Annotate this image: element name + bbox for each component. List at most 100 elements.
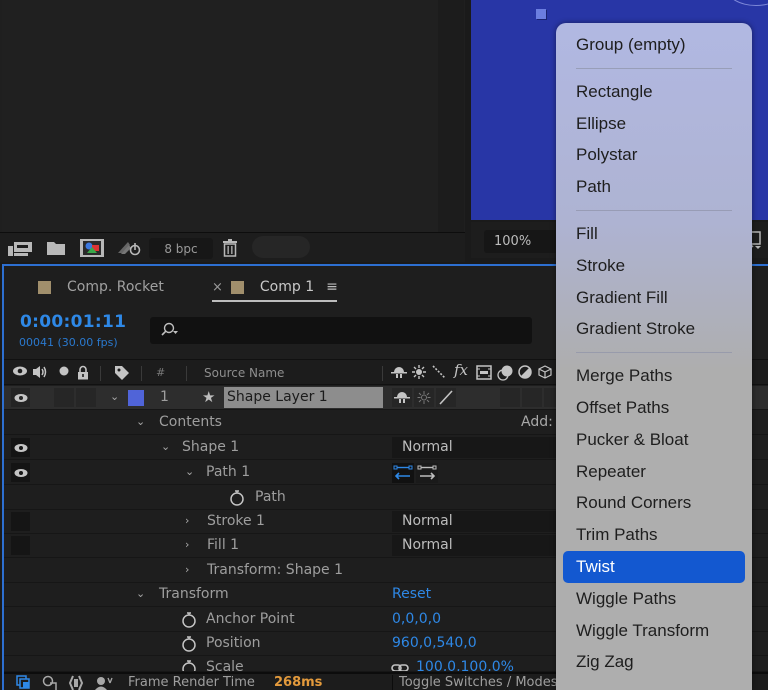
- visibility-toggle[interactable]: [11, 438, 30, 457]
- column-divider: [141, 366, 142, 381]
- reset-transform-link[interactable]: Reset: [392, 586, 431, 602]
- render-queue-icon[interactable]: [116, 237, 144, 259]
- motion-blur-icon[interactable]: [496, 365, 514, 385]
- expand-chevron-icon[interactable]: ›: [185, 563, 189, 576]
- property-label: Position: [206, 635, 261, 651]
- menu-item-gradient-stroke[interactable]: Gradient Stroke: [556, 313, 752, 345]
- stopwatch-icon[interactable]: [181, 635, 197, 652]
- panel-menu-icon[interactable]: ≡: [326, 279, 338, 295]
- menu-item-wiggle-paths[interactable]: Wiggle Paths: [556, 583, 752, 615]
- visibility-toggle[interactable]: [11, 512, 30, 531]
- new-folder-icon[interactable]: [45, 237, 67, 259]
- shy-switch[interactable]: [392, 388, 412, 407]
- flowchart-toggle[interactable]: [252, 236, 310, 258]
- new-composition-icon[interactable]: [79, 237, 105, 259]
- path-direction-reverse-icon[interactable]: [392, 463, 414, 483]
- lock-icon[interactable]: [76, 365, 90, 384]
- property-label: Contents: [159, 414, 222, 430]
- shy-icon[interactable]: [390, 365, 408, 383]
- expand-chevron-icon[interactable]: ⌄: [110, 390, 119, 403]
- add-menu-button[interactable]: Add:: [521, 414, 553, 430]
- menu-item-offset-paths[interactable]: Offset Paths: [556, 392, 752, 424]
- blend-mode-select[interactable]: Normal: [392, 535, 562, 556]
- label-tag-icon[interactable]: [114, 365, 130, 385]
- motion-blur-switch[interactable]: [500, 388, 520, 407]
- project-panel-scroll-area[interactable]: [438, 0, 464, 232]
- blend-mode-select[interactable]: Normal: [392, 437, 562, 458]
- scale-value[interactable]: 100,0,100,0%: [416, 659, 514, 671]
- path-direction-forward-icon[interactable]: [416, 463, 438, 483]
- menu-item-group-empty[interactable]: Group (empty): [556, 29, 752, 61]
- menu-item-repeater[interactable]: Repeater: [556, 456, 752, 488]
- frame-blending-icon[interactable]: [476, 365, 492, 384]
- stopwatch-icon[interactable]: [229, 489, 245, 506]
- magnification-select[interactable]: 100%: [484, 230, 564, 253]
- trash-icon[interactable]: [220, 237, 240, 259]
- composition-navigator-icon[interactable]: [16, 675, 32, 690]
- visibility-toggle[interactable]: [11, 536, 30, 555]
- video-visibility-icon[interactable]: [12, 365, 28, 381]
- render-time-icon[interactable]: [94, 675, 114, 690]
- menu-item-merge-paths[interactable]: Merge Paths: [556, 360, 752, 392]
- solo-icon[interactable]: [58, 365, 70, 381]
- bit-depth-button[interactable]: 8 bpc: [149, 238, 213, 259]
- expand-chevron-icon[interactable]: ⌄: [161, 440, 170, 453]
- video-visibility-toggle[interactable]: [11, 388, 30, 407]
- collapse-switch[interactable]: [414, 388, 434, 407]
- menu-item-twist[interactable]: Twist: [563, 550, 745, 583]
- transfer-controls-icon[interactable]: [68, 675, 84, 690]
- menu-item-rectangle[interactable]: Rectangle: [556, 76, 752, 108]
- lock-toggle[interactable]: [76, 388, 96, 407]
- menu-item-gradient-fill[interactable]: Gradient Fill: [556, 282, 752, 314]
- menu-item-wiggle-transform[interactable]: Wiggle Transform: [556, 615, 752, 647]
- interpret-footage-icon[interactable]: [7, 237, 33, 259]
- property-label: Path 1: [206, 464, 251, 480]
- close-tab-icon[interactable]: ×: [212, 280, 223, 295]
- anchor-point-value[interactable]: 0,0,0,0: [392, 611, 441, 627]
- expand-chevron-icon[interactable]: ⌄: [136, 415, 145, 428]
- expand-chevron-icon[interactable]: ›: [185, 538, 189, 551]
- layer-label-color[interactable]: [128, 390, 144, 406]
- menu-item-round-corners[interactable]: Round Corners: [556, 487, 752, 519]
- shape-outline: [726, 0, 768, 6]
- tab-comp-1[interactable]: × Comp 1 ≡: [212, 274, 338, 300]
- menu-item-stroke[interactable]: Stroke: [556, 250, 752, 282]
- adjustment-switch[interactable]: [522, 388, 542, 407]
- effects-icon[interactable]: fx: [454, 363, 468, 378]
- collapse-transform-icon[interactable]: [412, 365, 426, 383]
- shape-layer-star-icon: ★: [202, 388, 216, 406]
- path-vertex-handle[interactable]: [536, 9, 546, 19]
- menu-item-path[interactable]: Path: [556, 171, 752, 203]
- frame-render-time-value: 268ms: [274, 675, 323, 690]
- layer-search-input[interactable]: [150, 317, 532, 344]
- current-time-display[interactable]: 0:00:01:11: [20, 312, 126, 332]
- stopwatch-icon[interactable]: [181, 611, 197, 628]
- expand-chevron-icon[interactable]: ⌄: [185, 465, 194, 478]
- adjustment-layer-icon[interactable]: [518, 365, 532, 383]
- 3d-layer-icon[interactable]: [538, 365, 552, 383]
- menu-item-ellipse[interactable]: Ellipse: [556, 108, 752, 140]
- quality-switch[interactable]: [436, 388, 456, 407]
- expand-chevron-icon[interactable]: ›: [185, 514, 189, 527]
- layer-switches-icon[interactable]: [42, 675, 58, 690]
- menu-item-zig-zag[interactable]: Zig Zag: [556, 646, 752, 678]
- solo-toggle[interactable]: [54, 388, 74, 407]
- project-toolbar: 8 bpc: [0, 232, 465, 262]
- menu-item-pucker-bloat[interactable]: Pucker & Bloat: [556, 424, 752, 456]
- menu-item-trim-paths[interactable]: Trim Paths: [556, 519, 752, 551]
- source-name-header[interactable]: Source Name: [204, 366, 284, 380]
- project-items-area[interactable]: [2, 0, 438, 232]
- layer-name[interactable]: Shape Layer 1: [224, 387, 383, 408]
- quality-icon[interactable]: [431, 365, 447, 383]
- visibility-toggle[interactable]: [11, 463, 30, 482]
- position-value[interactable]: 960,0,540,0: [392, 635, 477, 651]
- constrain-proportions-icon[interactable]: [391, 661, 409, 671]
- menu-item-fill[interactable]: Fill: [556, 218, 752, 250]
- blend-mode-select[interactable]: Normal: [392, 511, 562, 532]
- tab-comp-rocket[interactable]: Comp. Rocket: [38, 274, 164, 300]
- stopwatch-icon[interactable]: [181, 659, 197, 671]
- menu-item-polystar[interactable]: Polystar: [556, 139, 752, 171]
- audio-icon[interactable]: [32, 365, 48, 383]
- toggle-switches-modes-button[interactable]: Toggle Switches / Modes: [392, 675, 562, 690]
- expand-chevron-icon[interactable]: ⌄: [136, 587, 145, 600]
